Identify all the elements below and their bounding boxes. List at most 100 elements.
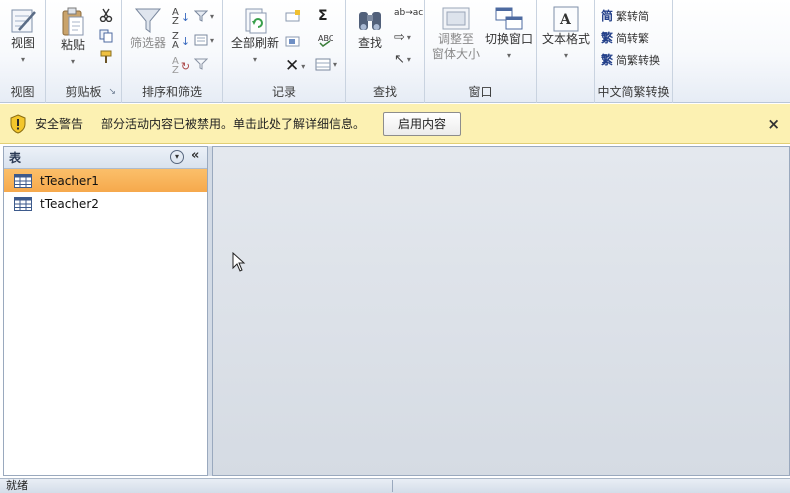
fit-line2: 窗体大小 <box>431 47 480 61</box>
totals-button[interactable]: Σ <box>318 8 328 24</box>
security-warning-title: 安全警告 <box>35 117 84 131</box>
collapse-pane-icon[interactable]: « <box>191 148 199 163</box>
status-separator <box>392 480 393 492</box>
selection-filter-icon <box>194 10 208 22</box>
find-button-label: 查找 <box>357 36 382 50</box>
text-formatting-label: 文本格式 <box>541 32 590 46</box>
advanced-filter-icon <box>194 34 208 46</box>
navigation-pane: 表 ▾ « tTeacher1 tTeacher2 <box>3 146 208 476</box>
convert-icon: 繁 <box>601 53 614 67</box>
delete-record-button[interactable]: ✕ ▾ <box>285 56 305 76</box>
switch-windows-button[interactable]: 切换窗口 ▾ <box>483 6 535 61</box>
group-records: 全部刷新 ▾ ✕ ▾ Σ ABC ▾ 记录 <box>223 0 346 103</box>
group-chinese-conversion: 简 繁转简 繁 简转繁 繁 简繁转换 中文简繁转换 <box>595 0 673 103</box>
sort-ascending-button[interactable]: A Z ↓ <box>172 7 190 27</box>
view-button[interactable]: 视图 ▾ <box>4 6 42 65</box>
simp-to-trad-label: 简转繁 <box>616 31 650 45</box>
nav-item-tteacher2[interactable]: tTeacher2 <box>4 192 207 215</box>
binoculars-icon <box>359 12 381 30</box>
trad-to-simp-label: 繁转简 <box>616 9 650 23</box>
filter-icon <box>134 8 162 33</box>
clear-sort-button[interactable]: A Z ↻ <box>172 56 190 76</box>
copy-icon[interactable] <box>99 29 113 43</box>
sort-descending-icon: ZA <box>172 31 179 51</box>
spelling-icon: ABC <box>318 34 333 47</box>
simp-to-trad-button[interactable]: 繁 简转繁 <box>601 29 649 46</box>
shield-warning-icon <box>10 113 26 134</box>
paste-button[interactable]: 粘贴 ▾ <box>54 6 92 67</box>
security-warning-bar: 安全警告 部分活动内容已被禁用。单击此处了解详细信息。 启用内容 × <box>0 104 790 144</box>
more-records-icon <box>315 58 331 71</box>
svg-text:ABC: ABC <box>318 34 333 43</box>
chevron-down-icon: ▾ <box>20 55 25 64</box>
more-records-button[interactable]: ▾ <box>315 58 337 71</box>
selection-filter-button[interactable]: ▾ <box>194 10 214 22</box>
paste-button-label: 粘贴 <box>60 38 85 52</box>
chevron-down-icon: ▾ <box>252 55 257 64</box>
select-arrow-icon: ↖ <box>394 52 405 67</box>
nav-item-label: tTeacher1 <box>40 173 99 188</box>
trad-to-simp-button[interactable]: 简 繁转简 <box>601 7 649 24</box>
enable-content-button[interactable]: 启用内容 <box>383 111 462 136</box>
chevron-down-icon: ▾ <box>506 51 511 60</box>
switch-windows-label: 切换窗口 <box>484 32 533 46</box>
filter-button-label: 筛选器 <box>129 36 166 50</box>
simp-to-trad-icon: 繁 <box>601 31 614 45</box>
cut-icon[interactable] <box>99 8 113 22</box>
replace-icon: ab→ac <box>394 8 424 18</box>
filter-button[interactable]: 筛选器 <box>126 6 170 51</box>
arrow-right-icon: ⇨ <box>394 30 405 45</box>
fit-window-icon <box>442 7 470 30</box>
sort-ascending-icon: AZ <box>172 7 179 27</box>
text-format-letter: A <box>559 12 572 28</box>
group-label-window: 窗口 <box>468 85 493 99</box>
toggle-filter-button[interactable] <box>194 58 208 70</box>
text-format-icon: A <box>553 6 579 32</box>
nav-item-tteacher1[interactable]: tTeacher1 <box>4 169 207 192</box>
paste-icon <box>62 7 84 36</box>
trad-to-simp-icon: 简 <box>601 9 614 23</box>
sort-descending-button[interactable]: Z A ↓ <box>172 31 190 51</box>
convert-button[interactable]: 繁 简繁转换 <box>601 51 660 68</box>
document-workspace <box>212 146 790 476</box>
group-views: 视图 ▾ 视图 <box>0 0 46 103</box>
toggle-filter-icon <box>194 58 208 70</box>
switch-windows-icon <box>495 7 523 30</box>
refresh-all-label: 全部刷新 <box>230 36 279 50</box>
table-icon <box>14 196 32 211</box>
clear-sort-icon: AZ <box>172 56 179 76</box>
select-button[interactable]: ↖ ▾ <box>394 52 411 67</box>
advanced-filter-button[interactable]: ▾ <box>194 34 214 46</box>
nav-item-label: tTeacher2 <box>40 196 99 211</box>
format-painter-icon[interactable] <box>99 50 113 64</box>
fit-to-window-button[interactable]: 调整至 窗体大小 <box>427 6 485 62</box>
refresh-all-button[interactable]: 全部刷新 ▾ <box>227 6 283 65</box>
chevron-down-icon: ▾ <box>563 51 568 60</box>
group-label-find: 查找 <box>372 85 397 99</box>
goto-button[interactable]: ⇨ ▾ <box>394 30 411 45</box>
status-text: 就绪 <box>6 479 28 492</box>
replace-button[interactable]: ab→ac <box>394 8 423 18</box>
group-window: 调整至 窗体大小 切换窗口 ▾ 窗口 <box>425 0 537 103</box>
save-record-icon[interactable] <box>285 34 301 48</box>
fit-line1: 调整至 <box>437 32 474 46</box>
refresh-icon <box>245 8 267 34</box>
find-button[interactable]: 查找 <box>350 6 390 51</box>
nav-pane-title: 表 <box>9 151 22 165</box>
close-icon[interactable]: × <box>767 115 780 133</box>
nav-pane-header[interactable]: 表 ▾ « <box>4 147 207 169</box>
chevron-down-icon[interactable]: ▾ <box>170 150 184 164</box>
group-label-records: 记录 <box>271 85 296 99</box>
view-icon <box>11 9 36 33</box>
chevron-down-icon: ▾ <box>70 57 75 66</box>
dialog-launcher-icon[interactable]: ↘ <box>108 87 116 97</box>
group-label-sort-filter: 排序和筛选 <box>141 85 202 99</box>
spelling-button[interactable]: ABC <box>317 33 333 47</box>
security-warning-message[interactable]: 部分活动内容已被禁用。单击此处了解详细信息。 <box>101 115 365 132</box>
group-find: 查找 ab→ac ⇨ ▾ ↖ ▾ 查找 <box>346 0 425 103</box>
status-bar: 就绪 <box>0 478 790 493</box>
text-formatting-button[interactable]: A 文本格式 ▾ <box>539 6 593 61</box>
new-record-icon[interactable] <box>285 10 301 22</box>
convert-label: 简繁转换 <box>616 53 661 67</box>
group-label-chinese-conversion: 中文简繁转换 <box>597 85 670 99</box>
